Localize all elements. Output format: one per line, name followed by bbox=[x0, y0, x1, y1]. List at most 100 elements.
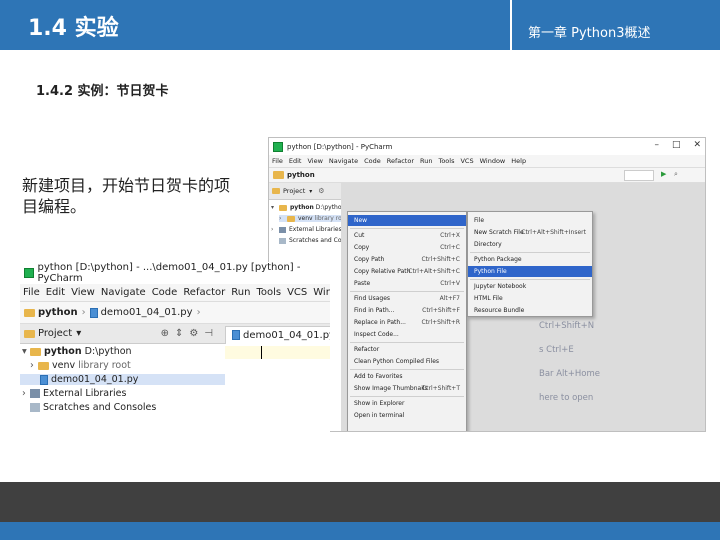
run-config-select[interactable] bbox=[624, 170, 654, 181]
maximize-icon[interactable]: □ bbox=[672, 140, 681, 150]
menu-item[interactable]: Code bbox=[361, 157, 384, 165]
project-label[interactable]: Project bbox=[283, 187, 305, 195]
editor-tabs: demo01_04_01.py × bbox=[225, 324, 330, 344]
menu-separator bbox=[350, 291, 464, 292]
menu-item[interactable]: File bbox=[20, 287, 43, 298]
section-subtitle: 1.4.2 实例：节日贺卡 bbox=[36, 84, 169, 99]
project-label[interactable]: Project bbox=[38, 328, 72, 339]
context-menu-item[interactable]: Jupyter Notebook bbox=[468, 281, 592, 292]
menu-item[interactable]: Tools bbox=[253, 287, 284, 298]
chevron-down-icon[interactable]: ▾ bbox=[76, 328, 81, 339]
context-menu-item[interactable]: Refactor bbox=[348, 344, 466, 355]
menu-item-label: Find Usages bbox=[354, 295, 391, 302]
menu-separator bbox=[350, 369, 464, 370]
menu-item-label: Show in Explorer bbox=[354, 400, 405, 407]
tree-item-demo-file[interactable]: demo01_04_01.py bbox=[20, 374, 225, 385]
search-icon[interactable]: ⌕ bbox=[674, 170, 678, 179]
project-icon bbox=[24, 329, 35, 338]
tree-item-root[interactable]: ▾ python D:\python bbox=[271, 204, 345, 211]
menu-item[interactable]: VCS bbox=[457, 157, 476, 165]
chevron-right-icon: › bbox=[81, 307, 86, 318]
menu-item-label: Find in Path... bbox=[354, 307, 395, 314]
tree-root-label: python bbox=[290, 204, 314, 211]
menu-bar: File Edit View Navigate Code Refactor Run Tools… bbox=[269, 155, 705, 168]
context-menu-item[interactable]: Open in terminal bbox=[348, 410, 466, 421]
menu-item[interactable]: Code bbox=[149, 287, 181, 298]
context-menu-item[interactable]: Copy Path Ctrl+Shift+C bbox=[348, 254, 466, 265]
menu-item[interactable]: VCS bbox=[284, 287, 310, 298]
menu-item[interactable]: View bbox=[68, 287, 98, 298]
text-caret bbox=[261, 346, 262, 359]
menu-item[interactable]: Run bbox=[228, 287, 253, 298]
tree-item-scratches[interactable]: Scratches and Consoles bbox=[30, 402, 156, 413]
navigation-bar: python › demo01_04_01.py › bbox=[20, 302, 330, 324]
tree-item-external[interactable]: › External Libraries bbox=[22, 388, 126, 399]
run-icon[interactable]: ▶ bbox=[661, 170, 666, 178]
context-menu-item[interactable]: Show Image Thumbnails Ctrl+Shift+T bbox=[348, 383, 466, 394]
minimize-icon[interactable]: – bbox=[654, 140, 659, 150]
context-menu-item[interactable]: Show in Explorer bbox=[348, 398, 466, 409]
menu-item[interactable]: View bbox=[304, 157, 325, 165]
tree-item-external[interactable]: › External Libraries bbox=[271, 226, 342, 233]
tree-item-root[interactable]: ▾ python D:\python bbox=[22, 346, 132, 357]
menu-item[interactable]: Window bbox=[477, 157, 509, 165]
pycharm-icon bbox=[24, 268, 34, 278]
menu-item[interactable]: Refactor bbox=[180, 287, 228, 298]
menu-item-label: Resource Bundle bbox=[474, 307, 525, 314]
context-menu-item[interactable]: Copy Ctrl+C bbox=[348, 242, 466, 253]
context-menu-item[interactable]: Cut Ctrl+X bbox=[348, 230, 466, 241]
context-menu-item[interactable]: Directory bbox=[468, 239, 592, 250]
nav-file[interactable]: demo01_04_01.py bbox=[101, 307, 193, 318]
slide: 1.4 实验 第一章 Python3概述 1.4.2 实例：节日贺卡 新建项目，… bbox=[0, 0, 720, 540]
context-menu-item[interactable]: Copy Relative Path Ctrl+Alt+Shift+C bbox=[348, 266, 466, 277]
menu-item-label: Open in terminal bbox=[354, 412, 405, 419]
menu-item[interactable]: Refactor bbox=[384, 157, 417, 165]
context-menu-item[interactable]: Add to Favorites bbox=[348, 371, 466, 382]
context-menu-item[interactable]: Find Usages Alt+F7 bbox=[348, 293, 466, 304]
footer-blue-band bbox=[0, 522, 720, 540]
library-icon bbox=[279, 226, 286, 233]
gear-icon[interactable]: ⚙ bbox=[318, 187, 324, 195]
tab-demo-file[interactable]: demo01_04_01.py × bbox=[225, 325, 330, 344]
menu-item-shortcut: Alt+F7 bbox=[439, 295, 460, 302]
context-menu-item[interactable]: Find in Path... Ctrl+Shift+F bbox=[348, 305, 466, 316]
menu-item[interactable]: File bbox=[269, 157, 286, 165]
menu-item[interactable]: Help bbox=[508, 157, 529, 165]
navigation-bar: python ▶ ⌕ bbox=[269, 168, 705, 183]
context-menu-item[interactable]: Python File bbox=[468, 266, 592, 277]
context-menu-item[interactable]: New Scratch File Ctrl+Alt+Shift+Insert bbox=[468, 227, 592, 238]
context-menu-item[interactable]: Resource Bundle bbox=[468, 305, 592, 316]
context-menu-item[interactable]: File bbox=[468, 215, 592, 226]
chevron-down-icon[interactable]: ▾ bbox=[309, 188, 312, 195]
menu-item[interactable]: Navigate bbox=[326, 157, 361, 165]
menu-item[interactable]: Navigate bbox=[98, 287, 149, 298]
menu-item-shortcut: Ctrl+V bbox=[440, 280, 460, 287]
context-menu-item[interactable]: New bbox=[348, 215, 466, 226]
context-menu-item[interactable]: Clean Python Compiled Files bbox=[348, 356, 466, 367]
folder-icon bbox=[279, 204, 287, 211]
tree-item-venv[interactable]: › venv library root bbox=[30, 360, 131, 371]
context-menu-item[interactable]: Replace in Path... Ctrl+Shift+R bbox=[348, 317, 466, 328]
menu-item[interactable]: Run bbox=[417, 157, 435, 165]
toolbar-icons[interactable]: ⊕⇕⚙⊣ bbox=[161, 328, 219, 339]
pycharm-icon bbox=[273, 141, 283, 152]
close-icon[interactable]: ✕ bbox=[693, 140, 701, 150]
menu-bar: File Edit View Navigate Code Refactor Run Tools… bbox=[20, 284, 330, 302]
context-menu-item[interactable]: Python Package bbox=[468, 254, 592, 265]
nav-project[interactable]: python bbox=[38, 307, 78, 318]
menu-item[interactable]: Edit bbox=[286, 157, 305, 165]
menu-item[interactable]: Window bbox=[310, 287, 330, 298]
nav-project[interactable]: python bbox=[287, 171, 315, 179]
folder-icon bbox=[30, 347, 41, 356]
menu-item-label: HTML File bbox=[474, 295, 503, 302]
context-menu-item[interactable]: HTML File bbox=[468, 293, 592, 304]
menu-separator bbox=[350, 228, 464, 229]
context-menu-item[interactable]: Inspect Code... bbox=[348, 329, 466, 340]
tree-item-venv[interactable]: › venv library root bbox=[279, 215, 348, 222]
menu-separator bbox=[470, 252, 590, 253]
tree-venv-label: venv bbox=[298, 215, 313, 222]
menu-item[interactable]: Tools bbox=[435, 157, 457, 165]
code-editor[interactable] bbox=[225, 344, 330, 434]
menu-item[interactable]: Edit bbox=[43, 287, 68, 298]
context-menu-item[interactable]: Paste Ctrl+V bbox=[348, 278, 466, 289]
